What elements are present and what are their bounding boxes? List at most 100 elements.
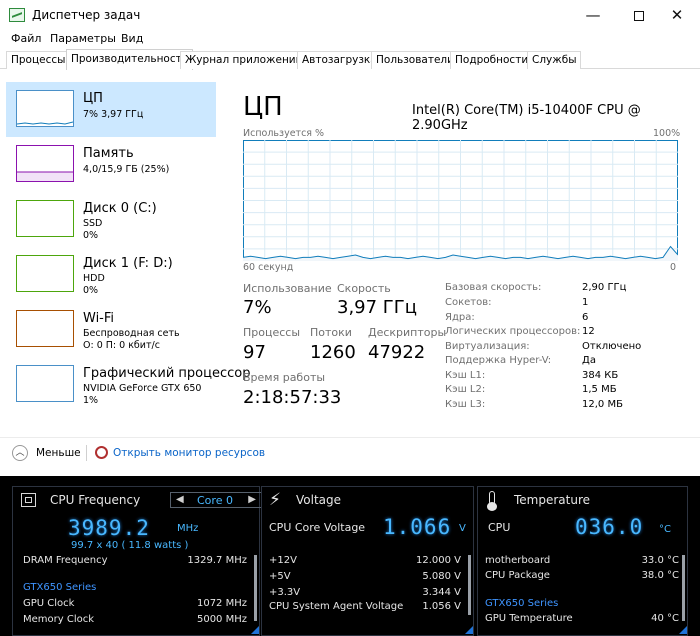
resource-monitor-icon: [95, 446, 108, 459]
wifi-thumbnail-graph: [16, 310, 74, 347]
cpu-frequency-widget: CPU Frequency ◀ Core 0 ▶ 3989.2 MHz 99.7…: [12, 486, 262, 636]
page-title: ЦП: [243, 92, 283, 122]
multiplier-detail: 99.7 x 40 ( 11.8 watts ): [71, 540, 189, 551]
tab-details[interactable]: Подробности: [450, 51, 534, 69]
graph-axis-end: 0: [670, 262, 677, 273]
resource-name: Диск 0 (C:): [83, 201, 157, 216]
voltage-row-value: 5.080 V: [422, 571, 461, 582]
resource-list: ЦП 7% 3,97 ГГц Память 4,0/15,9 ГБ (25%) …: [6, 78, 250, 423]
widget-scrollbar[interactable]: [254, 555, 257, 621]
graph-axis-start: 60 секунд: [243, 262, 294, 273]
widget-title: CPU Frequency: [50, 493, 141, 507]
tab-performance[interactable]: Производительность: [66, 49, 193, 70]
disk1-thumbnail-graph: [16, 255, 74, 292]
processes-label: Процессы: [243, 326, 301, 339]
memory-clock-value: 5000 MHz: [196, 614, 247, 625]
resource-item-disk1[interactable]: Диск 1 (F: D:) HDD 0%: [6, 247, 216, 302]
speed-label: Скорость: [337, 282, 391, 295]
open-resource-monitor-link[interactable]: Открыть монитор ресурсов: [113, 447, 265, 459]
processes-value: 97: [243, 342, 266, 363]
resource-detail: SSD: [83, 218, 103, 229]
voltage-row-value: 12.000 V: [415, 555, 461, 566]
widget-title: Voltage: [296, 493, 342, 507]
handles-label: Дескрипторы: [368, 326, 447, 339]
uptime-label: Время работы: [243, 371, 326, 384]
tab-processes[interactable]: Процессы: [6, 51, 71, 69]
voltage-row-label: CPU System Agent Voltage: [269, 601, 404, 612]
next-core-icon[interactable]: ▶: [248, 494, 256, 505]
widget-header: ⚡ Voltage: [262, 487, 473, 513]
spec-value: 6: [582, 312, 589, 323]
temperature-readout: 036.0: [575, 515, 644, 539]
tab-services[interactable]: Службы: [527, 51, 582, 69]
chevron-up-icon[interactable]: ︿: [12, 445, 28, 461]
voltage-row-value: 3.344 V: [422, 587, 461, 598]
thermometer-bulb: [487, 502, 497, 511]
spec-label: Кэш L1:: [445, 370, 486, 381]
gpu-clock-label: GPU Clock: [23, 598, 75, 609]
disk0-thumbnail-graph: [16, 200, 74, 237]
resize-grip-icon[interactable]: [679, 626, 687, 634]
fewer-details-button[interactable]: Меньше: [36, 447, 81, 459]
usage-value: 7%: [243, 297, 272, 318]
resource-item-cpu[interactable]: ЦП 7% 3,97 ГГц: [6, 82, 216, 137]
core-selector[interactable]: ◀ Core 0 ▶: [170, 492, 262, 508]
tab-users[interactable]: Пользователи: [371, 51, 459, 69]
menu-file[interactable]: Файл: [11, 32, 41, 45]
spec-value: Да: [582, 355, 596, 366]
resource-item-gpu[interactable]: Графический процессор NVIDIA GeForce GTX…: [6, 357, 250, 412]
resource-item-wifi[interactable]: Wi-Fi Беспроводная сеть О: 0 П: 0 кбит/с: [6, 302, 216, 357]
prev-core-icon[interactable]: ◀: [176, 494, 184, 505]
resource-detail: 7% 3,97 ГГц: [83, 109, 144, 120]
resource-item-memory[interactable]: Память 4,0/15,9 ГБ (25%): [6, 137, 216, 192]
voltage-widget: ⚡ Voltage CPU Core Voltage 1.066 V +12V …: [261, 486, 474, 636]
frequency-unit: MHz: [177, 523, 199, 534]
widget-scrollbar[interactable]: [682, 555, 685, 621]
threads-value: 1260: [310, 342, 356, 363]
resource-name: Память: [83, 146, 134, 161]
window-title: Диспетчер задач: [32, 8, 141, 22]
tab-strip: Процессы Производительность Журнал прило…: [0, 49, 700, 70]
temperature-row-label: GPU Temperature: [485, 613, 573, 624]
spec-label: Поддержка Hyper-V:: [445, 355, 552, 366]
tab-app-history[interactable]: Журнал приложений: [180, 51, 308, 69]
handles-value: 47922: [368, 342, 426, 363]
tab-startup[interactable]: Автозагрузка: [297, 51, 382, 69]
temperature-unit: °C: [659, 524, 671, 535]
voltage-row-label: +3.3V: [269, 587, 301, 598]
spec-value: 12,0 МБ: [582, 399, 623, 410]
memory-clock-label: Memory Clock: [23, 614, 95, 625]
close-button[interactable]: ✕: [654, 0, 700, 30]
uptime-value: 2:18:57:33: [243, 387, 342, 408]
graph-max-label: 100%: [653, 128, 681, 139]
resize-grip-icon[interactable]: [251, 626, 259, 634]
temperature-row-value: 40 °C: [651, 613, 679, 624]
gpu-section-title: GTX650 Series: [23, 582, 97, 593]
resource-detail: Беспроводная сеть: [83, 328, 180, 339]
menu-options[interactable]: Параметры: [50, 32, 116, 45]
footer-separator: [86, 445, 87, 461]
gpu-section-title: GTX650 Series: [485, 598, 559, 609]
minimize-button[interactable]: —: [570, 0, 616, 30]
resource-detail: HDD: [83, 273, 105, 284]
resource-name: Wi-Fi: [83, 311, 115, 326]
resource-item-disk0[interactable]: Диск 0 (C:) SSD 0%: [6, 192, 216, 247]
spec-value: 1: [582, 297, 589, 308]
lightning-icon: ⚡: [269, 490, 281, 510]
cpu-thumbnail-line: [16, 121, 74, 125]
spec-value: 12: [582, 326, 595, 337]
dram-frequency-label: DRAM Frequency: [23, 555, 108, 566]
resource-usage: О: 0 П: 0 кбит/с: [83, 340, 160, 351]
speed-value: 3,97 ГГц: [337, 297, 418, 318]
resource-name: Диск 1 (F: D:): [83, 256, 173, 271]
spec-value: 2,90 ГГц: [582, 282, 627, 293]
resize-grip-icon[interactable]: [465, 626, 473, 634]
spec-label: Логических процессоров:: [445, 326, 581, 337]
spec-label: Базовая скорость:: [445, 282, 542, 293]
maximize-icon: [634, 10, 644, 21]
dram-frequency-value: 1329.7 MHz: [187, 555, 247, 566]
title-bar[interactable]: Диспетчер задач — ✕: [0, 0, 700, 30]
footer-divider: [0, 437, 700, 438]
widget-scrollbar[interactable]: [468, 555, 471, 615]
menu-view[interactable]: Вид: [121, 32, 143, 45]
